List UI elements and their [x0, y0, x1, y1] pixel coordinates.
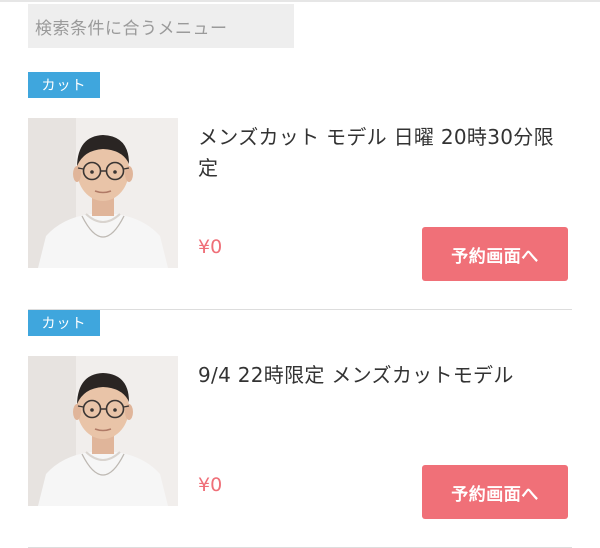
menu-item: カット 9/4 22時限定 メンズカットモデル ¥0 予約画面へ — [28, 310, 572, 548]
menu-price: ¥0 — [198, 474, 223, 496]
stylist-photo[interactable] — [28, 356, 178, 506]
menu-title[interactable]: メンズカット モデル 日曜 20時30分限定 — [198, 122, 572, 184]
category-badge: カット — [28, 310, 100, 336]
top-border — [0, 0, 600, 2]
menu-item: カット メンズカット モデル 日曜 20時30分限定 ¥0 予約画面へ — [28, 72, 572, 310]
reserve-button[interactable]: 予約画面へ — [422, 227, 568, 281]
menu-price: ¥0 — [198, 236, 223, 258]
category-badge: カット — [28, 72, 100, 98]
menu-title[interactable]: 9/4 22時限定 メンズカットモデル — [198, 360, 572, 391]
stylist-photo[interactable] — [28, 118, 178, 268]
reserve-button[interactable]: 予約画面へ — [422, 465, 568, 519]
section-title: 検索条件に合うメニュー — [28, 4, 294, 48]
